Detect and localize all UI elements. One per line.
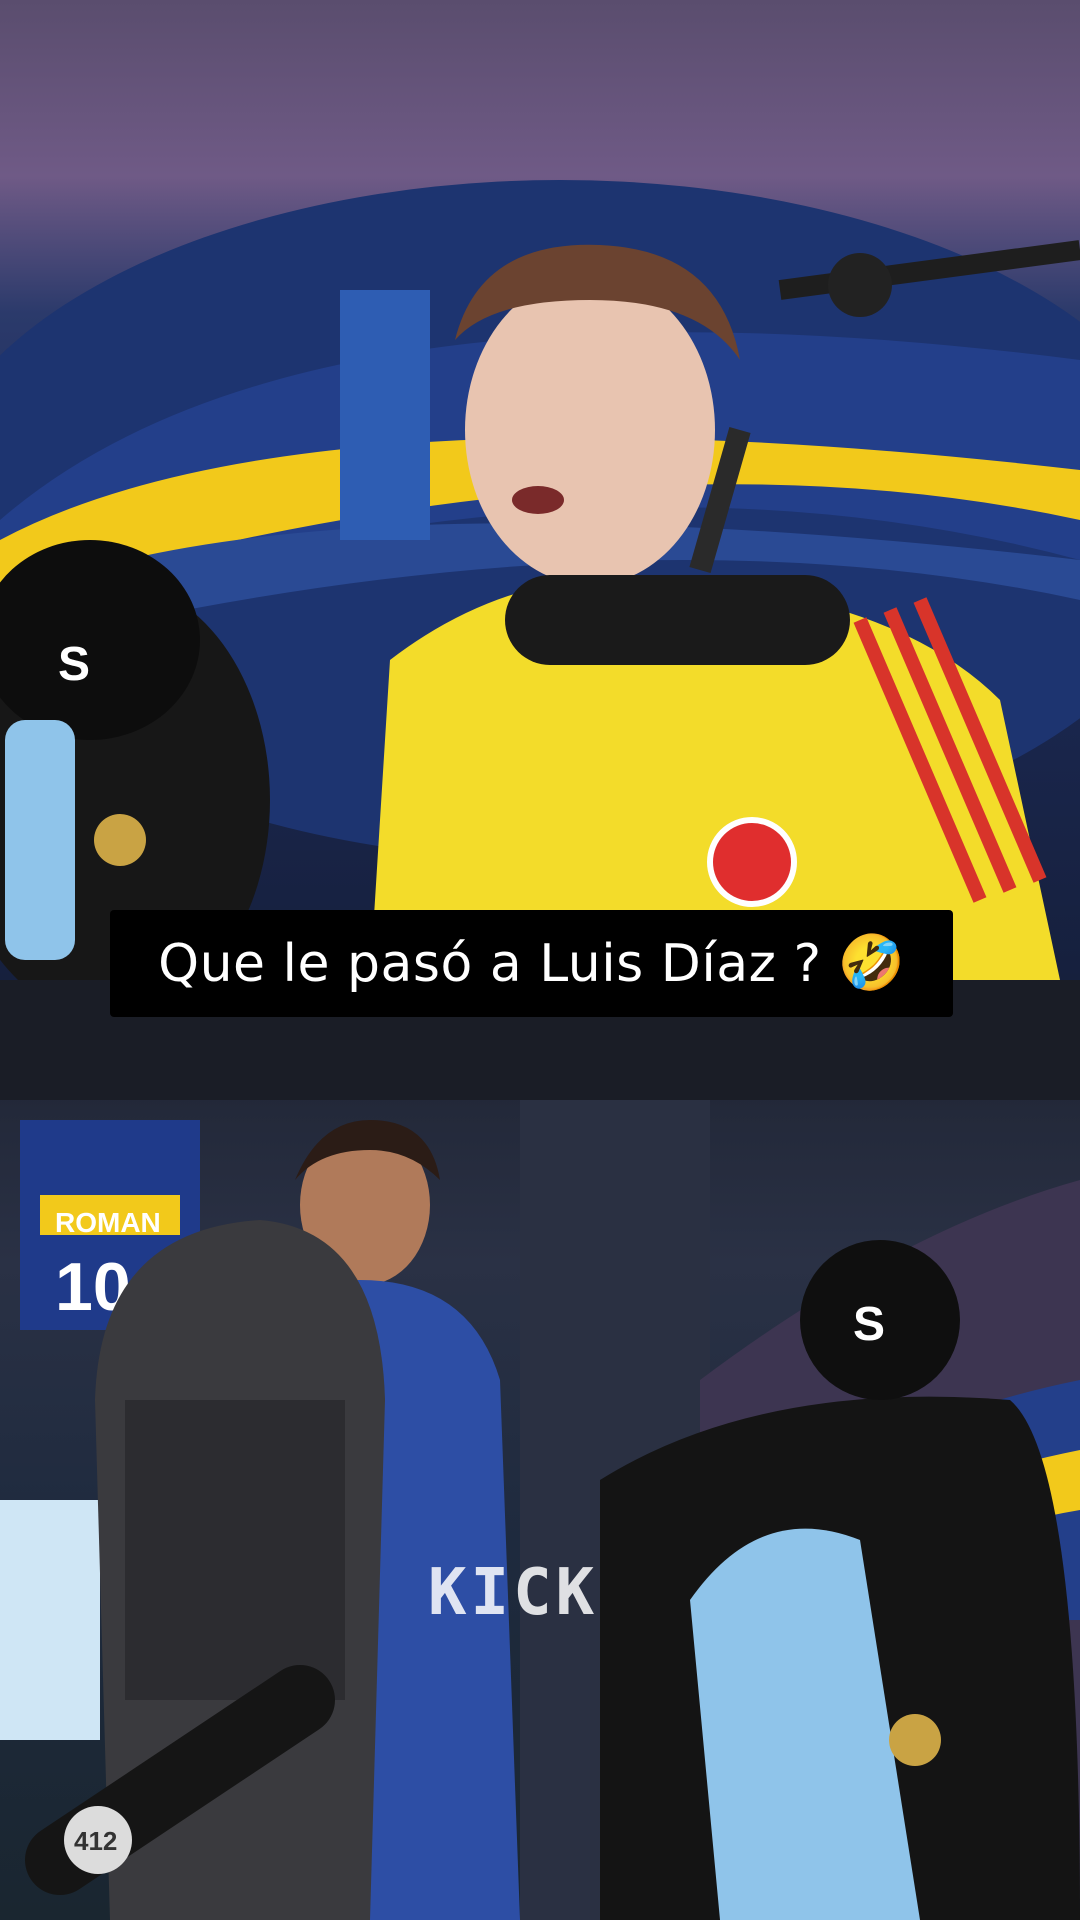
microphone — [505, 575, 850, 665]
mic-joint — [828, 253, 892, 317]
cap-logo: S — [58, 638, 90, 691]
caption-text: Que le pasó a Luis Díaz ? — [158, 933, 822, 994]
chair-cushion — [125, 1400, 345, 1700]
stadium-tower — [340, 290, 430, 540]
person-left-scarf — [5, 720, 75, 960]
cap-logo: S — [853, 1298, 885, 1351]
person-center-face — [465, 275, 715, 585]
top-scene-illustration: S — [0, 180, 1080, 980]
framed-jersey-name: ROMAN — [55, 1207, 161, 1238]
person-left-watch — [94, 814, 146, 866]
laughing-emoji-icon: 🤣 — [837, 933, 905, 993]
kick-watermark: KICK — [428, 1556, 599, 1630]
caption-banner: Que le pasó a Luis Díaz ? 🤣 — [110, 910, 953, 1017]
framed-argentina-jersey — [0, 1500, 100, 1740]
bottom-scene-illustration: ROMAN 10 412 S — [0, 980, 1080, 1920]
person-center-mouth — [512, 486, 564, 514]
mic-badge-text: 412 — [74, 1826, 117, 1856]
video-frame: S ROMAN 10 412 S Que le pasó a Luis Díaz… — [0, 0, 1080, 1920]
federation-crest — [707, 817, 797, 907]
top-video-panel: S — [0, 0, 1080, 980]
person-right-watch — [889, 1714, 941, 1766]
bottom-video-panel: ROMAN 10 412 S — [0, 980, 1080, 1920]
